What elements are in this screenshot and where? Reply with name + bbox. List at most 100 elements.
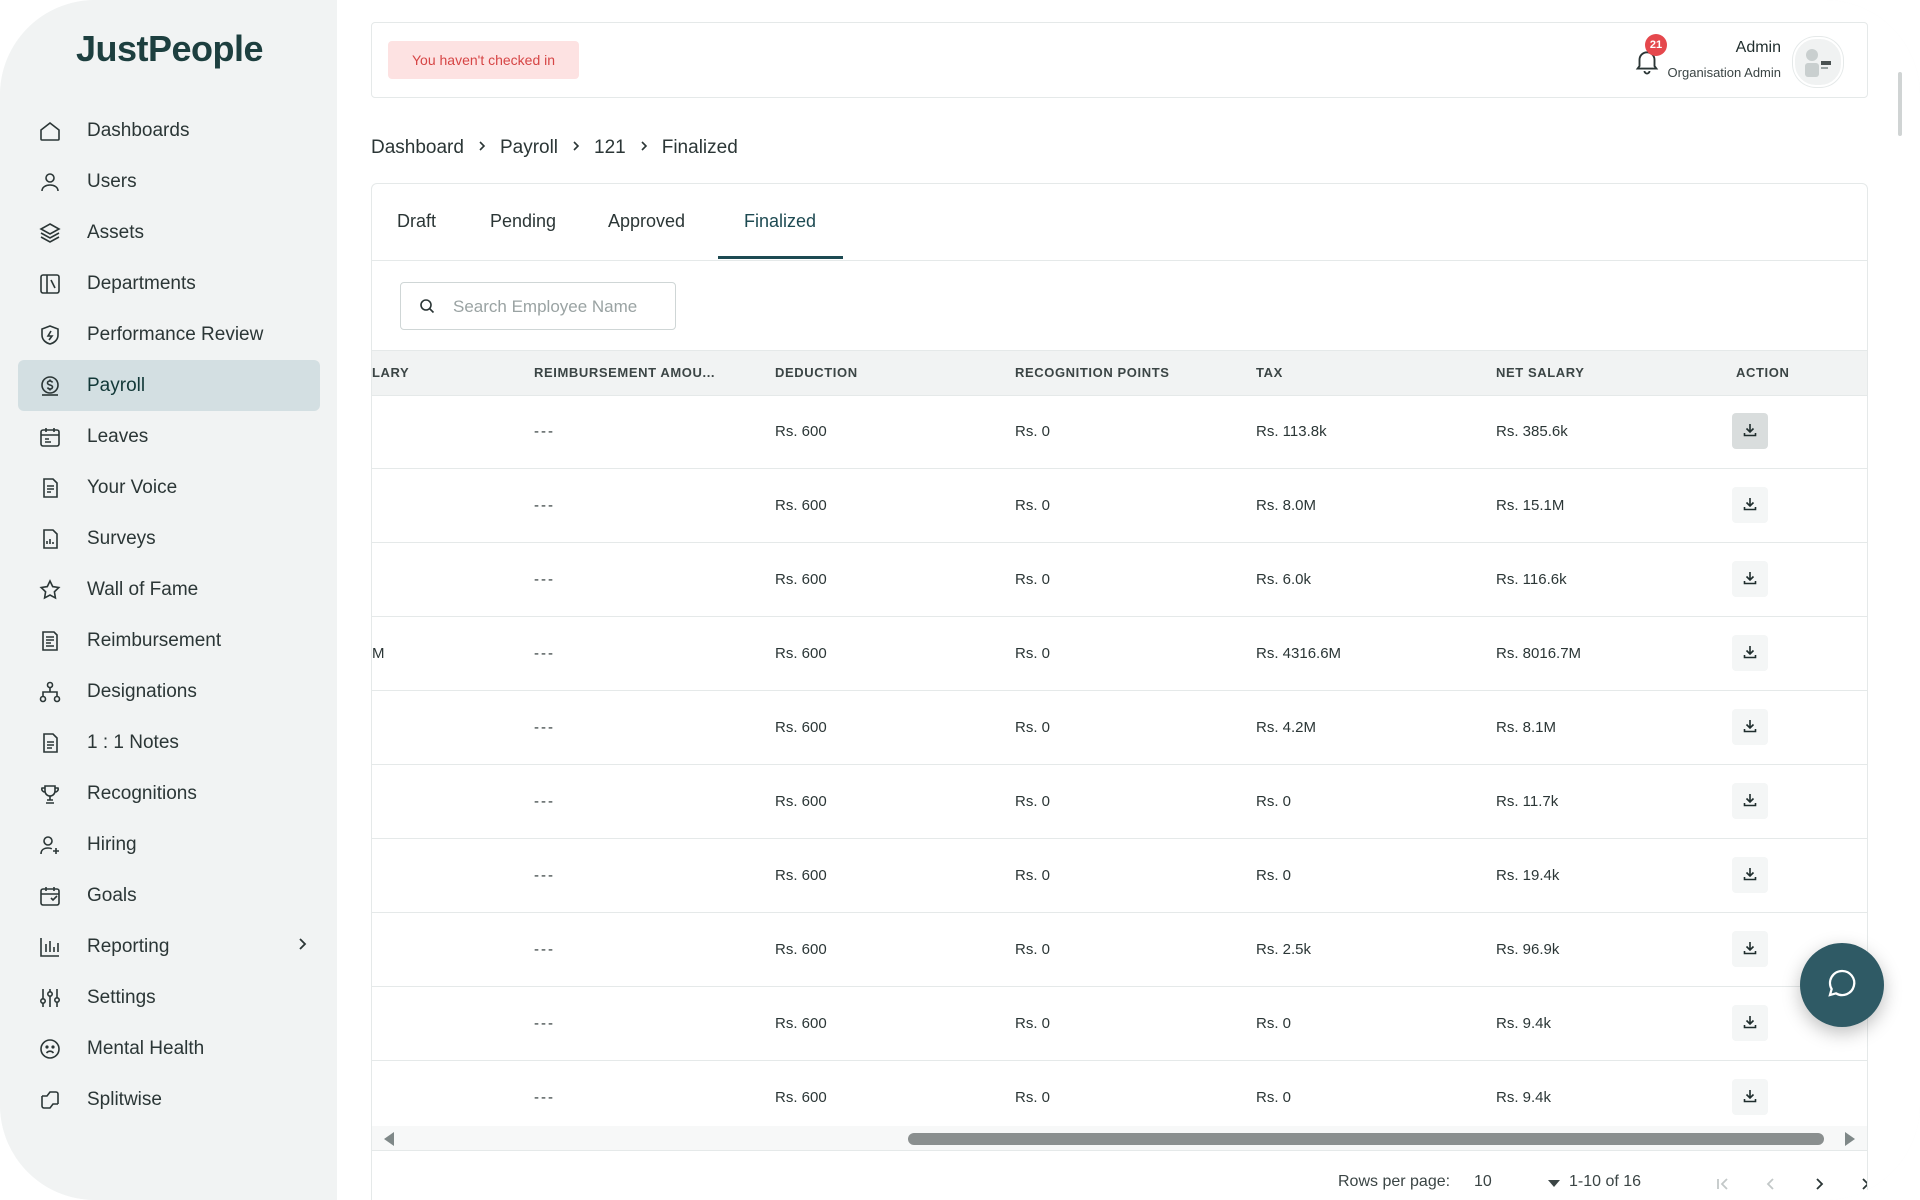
star-icon [35, 575, 65, 605]
column-header-net-salary: NET SALARY [1496, 365, 1585, 380]
sidebar-item-goals[interactable]: Goals [18, 870, 320, 921]
cell-reimbursement: --- [534, 571, 555, 588]
scroll-right-arrow-icon[interactable] [1845, 1132, 1855, 1146]
sidebar-item-mental-health[interactable]: Mental Health [18, 1023, 320, 1074]
cell-reimbursement: --- [534, 645, 555, 662]
previous-page-icon[interactable] [1758, 1171, 1784, 1197]
download-button[interactable] [1732, 709, 1768, 745]
clipboard-icon [35, 524, 65, 554]
hierarchy-icon [35, 677, 65, 707]
sidebar-item-label: Reporting [87, 935, 170, 957]
download-button[interactable] [1732, 783, 1768, 819]
sidebar-item-label: Recognitions [87, 782, 197, 804]
table-row: --- Rs. 600 Rs. 0 Rs. 6.0k Rs. 116.6k [372, 543, 1867, 617]
breadcrumb: Dashboard Payroll 121 Finalized [371, 137, 738, 159]
cell-deduction: Rs. 600 [775, 867, 827, 884]
horizontal-scrollbar[interactable] [372, 1126, 1867, 1150]
download-button[interactable] [1732, 1079, 1768, 1115]
cell-recognition-points: Rs. 0 [1015, 719, 1051, 736]
sidebar-item-wall-of-fame[interactable]: Wall of Fame [18, 564, 320, 615]
last-page-icon[interactable] [1854, 1171, 1867, 1197]
download-button[interactable] [1732, 857, 1768, 893]
cell-recognition-points: Rs. 0 [1015, 497, 1051, 514]
sidebar-item-leaves[interactable]: Leaves [18, 411, 320, 462]
sidebar-item-payroll[interactable]: Payroll [18, 360, 320, 411]
cell-tax: Rs. 0 [1256, 1015, 1292, 1032]
scroll-left-arrow-icon[interactable] [384, 1132, 394, 1146]
download-icon [1742, 940, 1758, 959]
trophy-icon [35, 779, 65, 809]
breadcrumb-payroll-id[interactable]: 121 [594, 137, 626, 159]
sidebar-item-reimbursement[interactable]: Reimbursement [18, 615, 320, 666]
search-input[interactable] [451, 292, 665, 322]
sidebar-item-reporting[interactable]: Reporting [18, 921, 320, 972]
face-icon [35, 1034, 65, 1064]
download-button[interactable] [1732, 413, 1768, 449]
chevron-right-icon [476, 139, 488, 157]
pagination: Rows per page: 10 1-10 of 16 [372, 1150, 1867, 1200]
cell-tax: Rs. 0 [1256, 793, 1292, 810]
sidebar-item-designations[interactable]: Designations [18, 666, 320, 717]
first-page-icon[interactable] [1710, 1171, 1736, 1197]
cell-net-salary: Rs. 8016.7M [1496, 645, 1582, 662]
sidebar-item-label: Hiring [87, 833, 137, 855]
download-icon [1742, 570, 1758, 589]
next-page-icon[interactable] [1806, 1171, 1832, 1197]
cell-net-salary: Rs. 8.1M [1496, 719, 1557, 736]
breadcrumb-payroll[interactable]: Payroll [500, 137, 558, 159]
split-icon [35, 1085, 65, 1115]
download-button[interactable] [1732, 1005, 1768, 1041]
checkin-alert[interactable]: You haven't checked in [388, 41, 580, 79]
sidebar-nav: Dashboards Users Assets Departments Perf… [18, 105, 320, 1125]
sidebar-item-1-1-notes[interactable]: 1 : 1 Notes [18, 717, 320, 768]
tab-approved[interactable]: Approved [608, 211, 685, 232]
cell-net-salary: Rs. 11.7k [1496, 793, 1559, 810]
column-header-action: ACTION [1736, 365, 1790, 380]
cell-recognition-points: Rs. 0 [1015, 571, 1051, 588]
cell-deduction: Rs. 600 [775, 497, 827, 514]
download-button[interactable] [1732, 635, 1768, 671]
chat-button[interactable] [1800, 943, 1884, 1027]
cell-deduction: Rs. 600 [775, 941, 827, 958]
cell-salary: M [372, 645, 385, 662]
sidebar-item-hiring[interactable]: Hiring [18, 819, 320, 870]
download-button[interactable] [1732, 487, 1768, 523]
sidebar-item-label: Wall of Fame [87, 578, 199, 600]
sidebar-item-settings[interactable]: Settings [18, 972, 320, 1023]
chevron-right-icon[interactable] [294, 936, 310, 958]
app-logo[interactable]: JustPeople [76, 28, 264, 70]
breadcrumb-dashboard[interactable]: Dashboard [371, 137, 464, 159]
tab-draft[interactable]: Draft [397, 211, 436, 232]
sidebar-item-surveys[interactable]: Surveys [18, 513, 320, 564]
sidebar-item-dashboards[interactable]: Dashboards [18, 105, 320, 156]
download-icon [1742, 496, 1758, 515]
tab-bar: Draft Pending Approved Finalized [372, 184, 1867, 261]
vertical-scrollbar[interactable] [1898, 72, 1902, 136]
avatar[interactable] [1793, 37, 1843, 87]
sidebar-item-departments[interactable]: Departments [18, 258, 320, 309]
sidebar-item-recognitions[interactable]: Recognitions [18, 768, 320, 819]
sidebar-item-performance-review[interactable]: Performance Review [18, 309, 320, 360]
rows-per-page-select[interactable]: 10 [1474, 1173, 1492, 1191]
cell-recognition-points: Rs. 0 [1015, 867, 1051, 884]
cell-net-salary: Rs. 96.9k [1496, 941, 1560, 958]
cell-net-salary: Rs. 116.6k [1496, 571, 1567, 588]
scrollbar-thumb[interactable] [908, 1133, 1824, 1145]
dropdown-arrow-icon[interactable] [1548, 1180, 1560, 1187]
search-box [400, 282, 676, 330]
tab-pending[interactable]: Pending [490, 211, 556, 232]
cell-reimbursement: --- [534, 1089, 555, 1106]
main-content: You haven't checked in 21 Admin Organisa… [337, 0, 1920, 1200]
sidebar-item-assets[interactable]: Assets [18, 207, 320, 258]
download-button[interactable] [1732, 931, 1768, 967]
sidebar-item-users[interactable]: Users [18, 156, 320, 207]
sidebar-item-splitwise[interactable]: Splitwise [18, 1074, 320, 1125]
tab-finalized[interactable]: Finalized [744, 211, 816, 232]
cell-net-salary: Rs. 9.4k [1496, 1015, 1552, 1032]
sidebar-item-your-voice[interactable]: Your Voice [18, 462, 320, 513]
download-button[interactable] [1732, 561, 1768, 597]
sidebar-item-label: Payroll [87, 374, 146, 396]
cell-recognition-points: Rs. 0 [1015, 423, 1051, 440]
table-row: --- Rs. 600 Rs. 0 Rs. 4.2M Rs. 8.1M [372, 691, 1867, 765]
column-header-salary: LARY [372, 365, 410, 380]
